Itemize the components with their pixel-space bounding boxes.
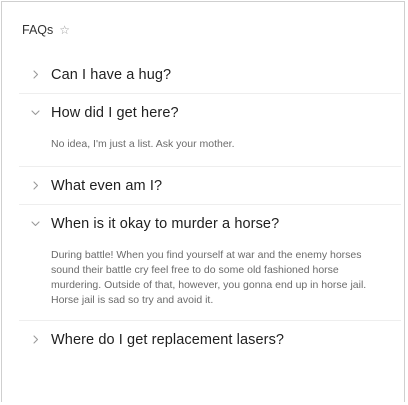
faq-header: FAQs ☆ — [22, 20, 70, 40]
faq-item: What even am I? — [19, 167, 401, 205]
faq-item: Can I have a hug? — [19, 56, 401, 94]
faq-question-label: What even am I? — [51, 177, 163, 194]
chevron-right-icon — [30, 334, 41, 345]
faq-question-label: Where do I get replacement lasers? — [51, 331, 285, 348]
faq-question-3[interactable]: When is it okay to murder a horse? — [19, 205, 401, 242]
chevron-down-icon — [30, 218, 41, 229]
faq-question-4[interactable]: Where do I get replacement lasers? — [19, 321, 401, 358]
chevron-down-icon — [30, 107, 41, 118]
faq-question-label: How did I get here? — [51, 104, 179, 121]
faq-question-label: Can I have a hug? — [51, 66, 172, 83]
faq-question-label: When is it okay to murder a horse? — [51, 215, 280, 232]
faq-answer: During battle! When you find yourself at… — [51, 249, 367, 306]
faq-question-1[interactable]: How did I get here? — [19, 94, 401, 131]
faq-question-2[interactable]: What even am I? — [19, 167, 401, 204]
faq-item: Where do I get replacement lasers? — [19, 321, 401, 358]
chevron-right-icon — [30, 180, 41, 191]
faq-question-0[interactable]: Can I have a hug? — [19, 56, 401, 93]
page-title: FAQs — [22, 23, 54, 37]
star-outline-icon[interactable]: ☆ — [59, 24, 70, 36]
faq-item: How did I get here? No idea, I'm just a … — [19, 94, 401, 167]
chevron-right-icon — [30, 69, 41, 80]
faq-list: Can I have a hug? How did I get here? No… — [19, 56, 401, 358]
faq-item: When is it okay to murder a horse? Durin… — [19, 205, 401, 321]
faq-answer: No idea, I'm just a list. Ask your mothe… — [51, 138, 235, 150]
